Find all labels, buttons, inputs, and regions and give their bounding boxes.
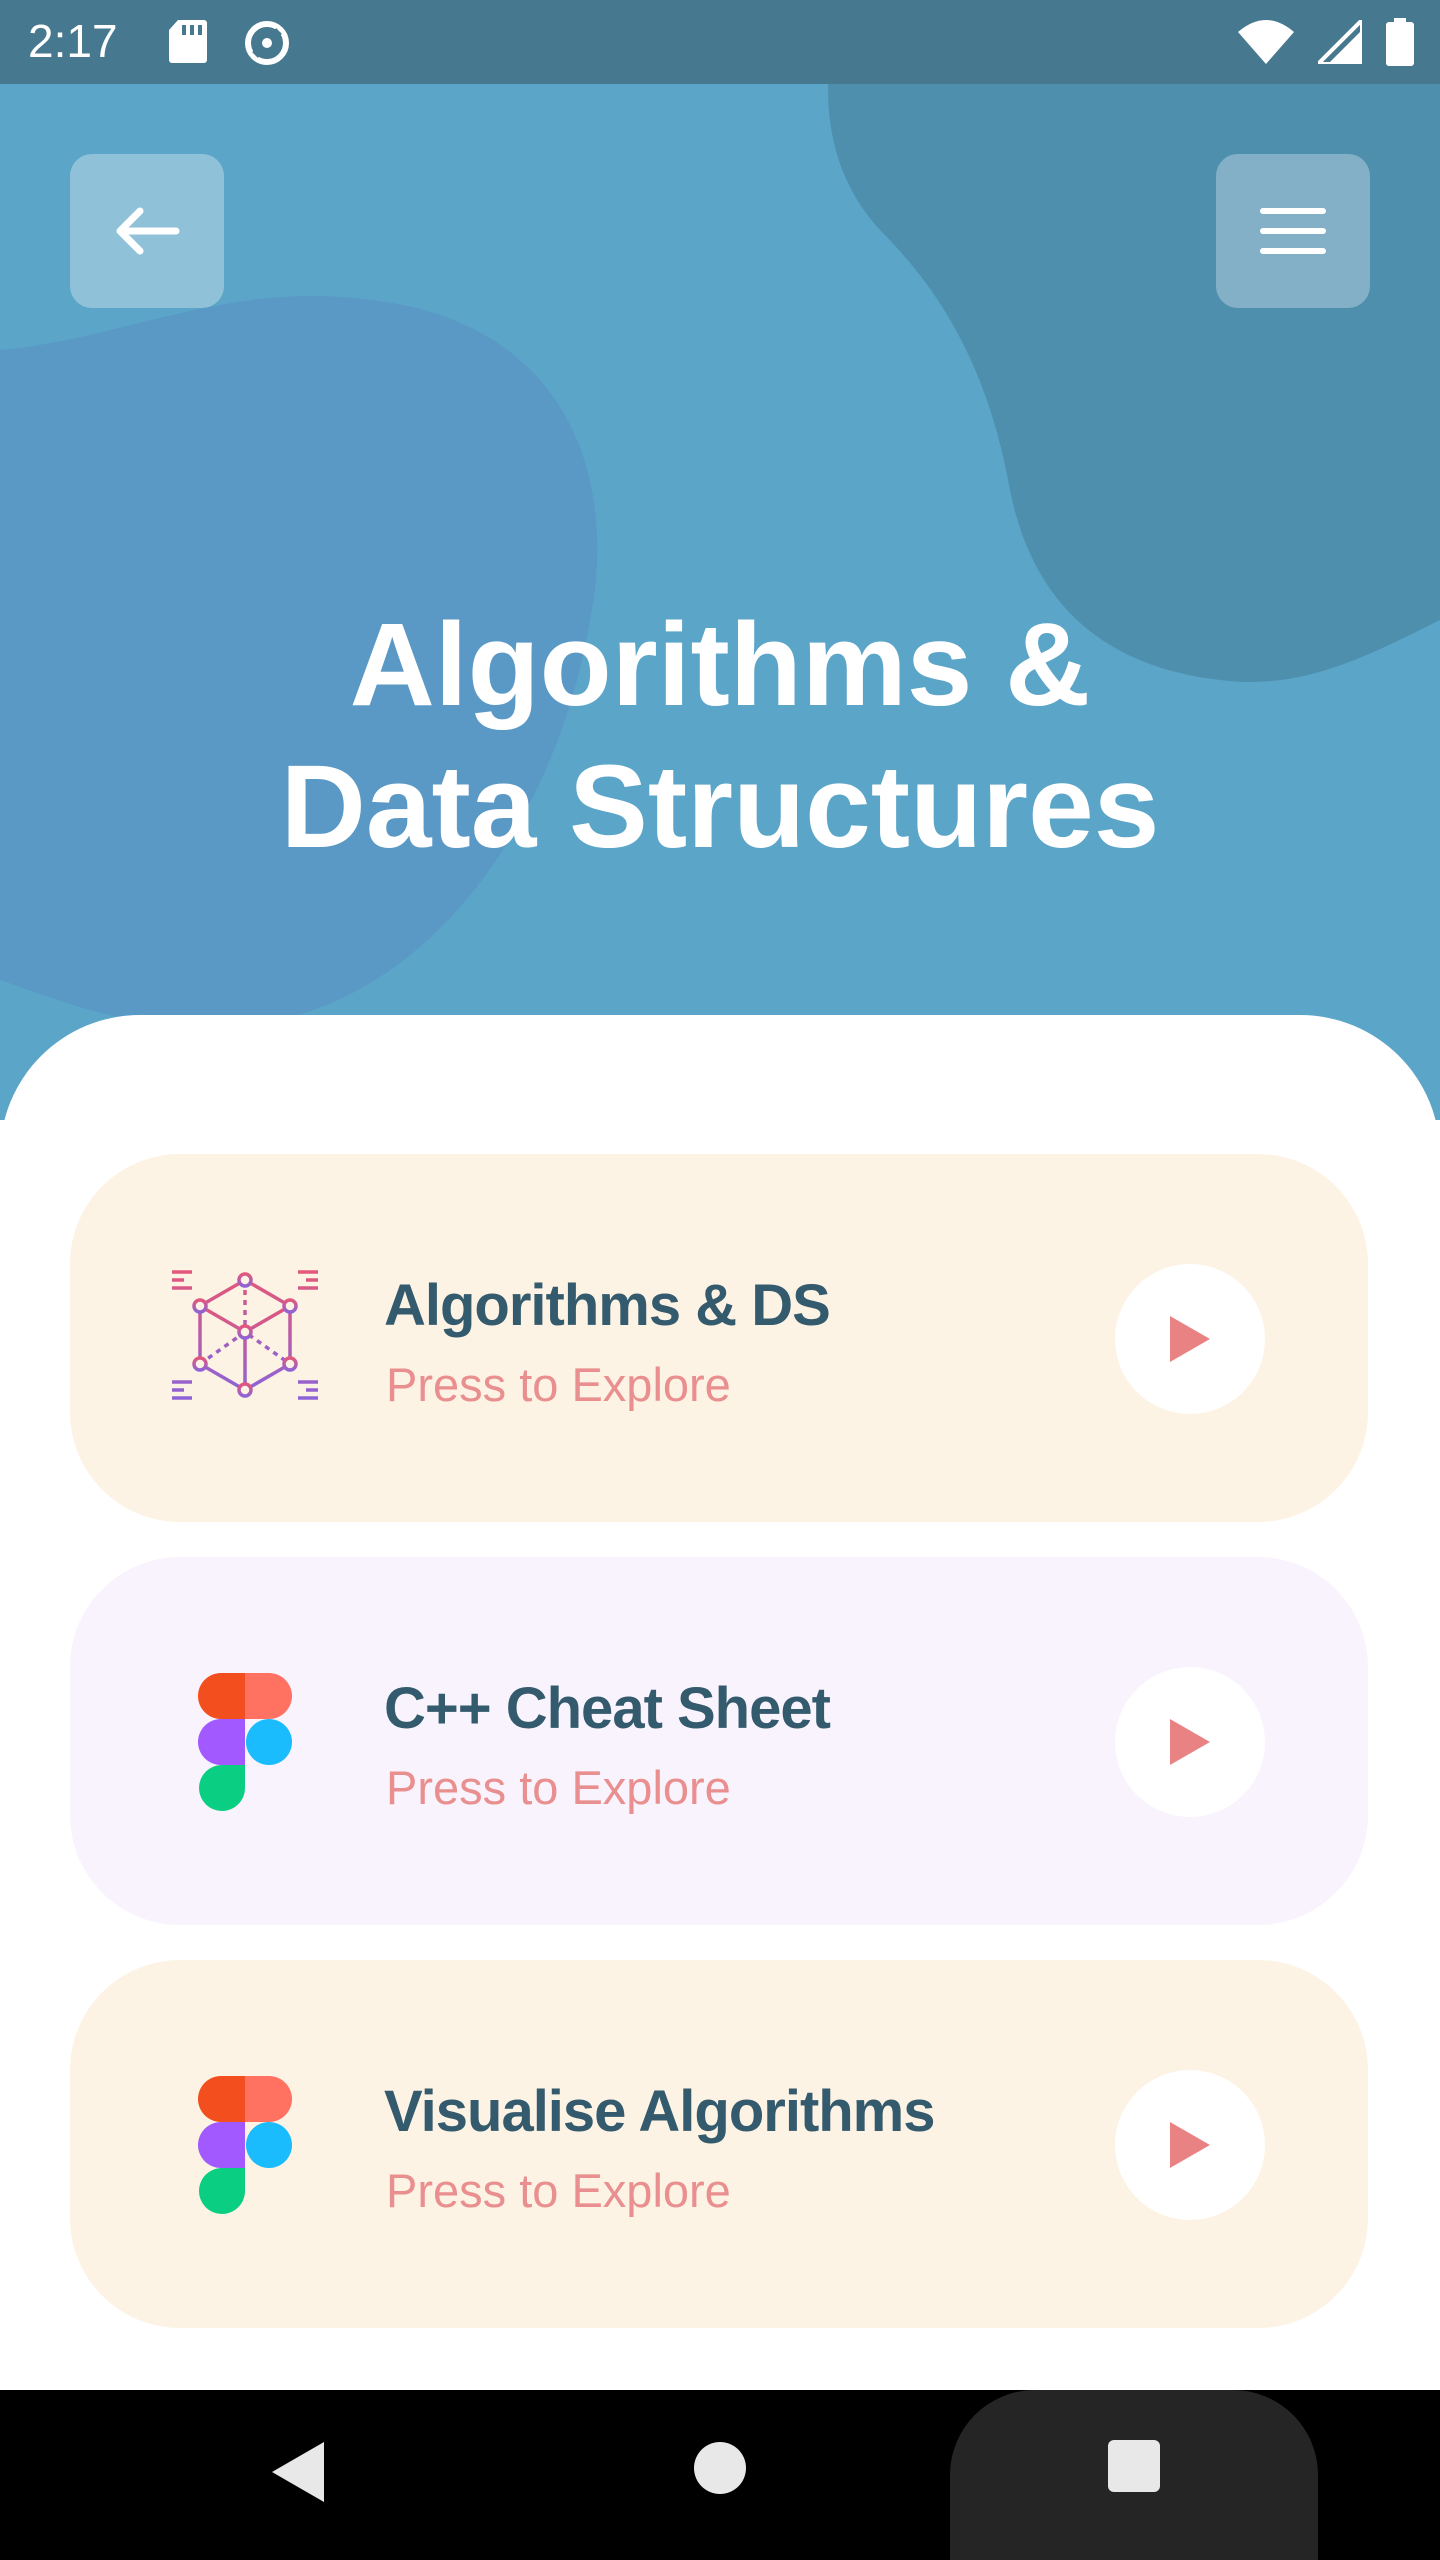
card-cpp-cheat-sheet[interactable]: C++ Cheat Sheet Press to Explore <box>70 1557 1368 1925</box>
figma-logo-icon <box>198 2076 292 2214</box>
play-button[interactable] <box>1115 1264 1265 1414</box>
figma-logo-icon <box>198 1673 292 1811</box>
card-title: Visualise Algorithms <box>384 2079 936 2144</box>
page-title: Algorithms & Data Structures <box>0 594 1440 878</box>
sd-card-icon <box>169 20 207 63</box>
battery-icon <box>1386 18 1414 66</box>
card-subtitle: Press to Explore <box>386 1358 731 1411</box>
status-left-icons <box>168 18 292 68</box>
status-right-icons <box>1238 18 1414 66</box>
menu-button[interactable] <box>1216 154 1370 308</box>
page-title-line1: Algorithms & <box>349 599 1091 731</box>
card-title: Algorithms & DS <box>384 1273 831 1338</box>
back-button[interactable] <box>70 154 224 308</box>
cube-network-icon <box>172 1270 318 1400</box>
triangle-back-icon[interactable] <box>270 2440 326 2504</box>
cell-signal-icon <box>1318 20 1362 64</box>
hamburger-menu-icon <box>1260 208 1326 254</box>
arrow-left-icon <box>116 207 180 255</box>
page-title-line2: Data Structures <box>280 741 1160 873</box>
status-bar: 2:17 <box>0 0 1440 84</box>
circle-home-icon[interactable] <box>694 2442 746 2494</box>
play-button[interactable] <box>1115 2070 1265 2220</box>
play-icon <box>1170 1316 1210 1362</box>
system-nav-bar <box>0 2390 1440 2560</box>
data-saver-icon <box>245 21 289 65</box>
card-title: C++ Cheat Sheet <box>384 1676 831 1741</box>
square-recents-icon[interactable] <box>1108 2440 1160 2492</box>
card-subtitle: Press to Explore <box>386 2164 731 2217</box>
wifi-icon <box>1238 20 1294 64</box>
status-time: 2:17 <box>28 15 118 67</box>
play-icon <box>1170 1719 1210 1765</box>
play-button[interactable] <box>1115 1667 1265 1817</box>
play-icon <box>1170 2122 1210 2168</box>
card-algorithms-ds[interactable]: Algorithms & DS Press to Explore <box>70 1154 1368 1522</box>
card-subtitle: Press to Explore <box>386 1761 731 1814</box>
card-visualise-algorithms[interactable]: Visualise Algorithms Press to Explore <box>70 1960 1368 2328</box>
